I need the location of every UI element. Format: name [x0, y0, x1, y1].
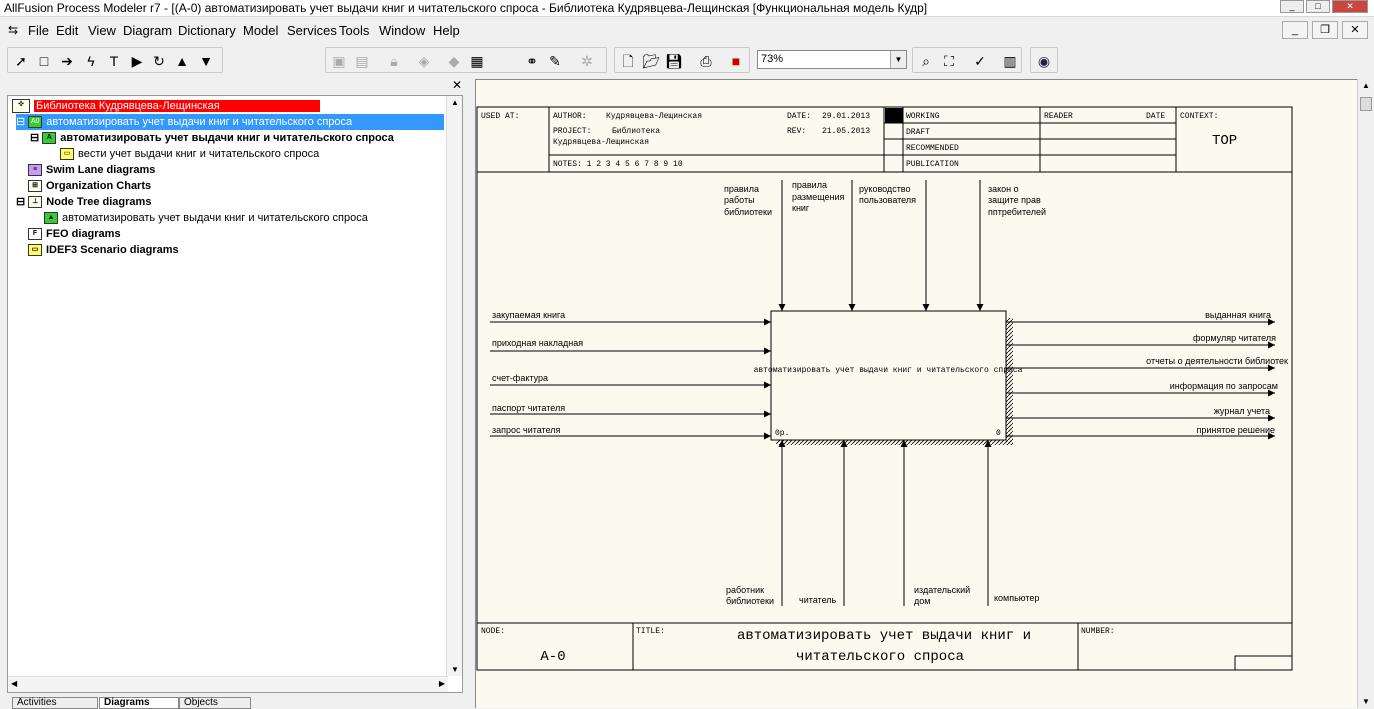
node-value: A-0 — [540, 649, 565, 665]
rev-label: REV: — [787, 127, 806, 136]
idef0-diagram: USED AT: AUTHOR: Кудрявцева-Лещинская PR… — [476, 106, 1293, 671]
control-label: руководство — [859, 184, 911, 194]
notes-label: NOTES: 1 2 3 4 5 6 7 8 9 10 — [553, 160, 683, 169]
output-label: выданная книга — [1205, 310, 1271, 320]
input-label: запрос читателя — [492, 425, 561, 435]
output-label: журнал учета — [1214, 406, 1270, 416]
control-label: пользователя — [859, 195, 916, 205]
control-label: пптребителей — [988, 207, 1046, 217]
context-value: TOP — [1212, 133, 1237, 149]
diagram-title-line1: автоматизировать учет выдачи книг и — [737, 628, 1031, 644]
input-label: счет-фактура — [492, 373, 548, 383]
control-label: правила — [724, 184, 759, 194]
activity-cost: 0р. — [775, 429, 789, 438]
output-label: принятое решение — [1196, 425, 1275, 435]
status-publication: PUBLICATION — [906, 160, 959, 169]
status-draft: DRAFT — [906, 128, 930, 137]
activity-box[interactable] — [770, 310, 1007, 441]
status-recommended: RECOMMENDED — [906, 144, 959, 153]
mechanism-label: дом — [914, 596, 930, 606]
project-value: Библиотека — [612, 127, 660, 136]
mechanism-label: читатель — [799, 595, 837, 605]
rev-value: 21.05.2013 — [822, 127, 870, 136]
mechanism-label: издательский — [914, 585, 970, 595]
date-label: DATE: — [787, 112, 811, 121]
input-label: закупаемая книга — [492, 310, 565, 320]
title-label: TITLE: — [636, 627, 665, 636]
control-label: книг — [792, 203, 810, 213]
control-label: правила — [792, 180, 827, 190]
mechanism-label: библиотеки — [726, 596, 774, 606]
output-label: формуляр читателя — [1193, 333, 1276, 343]
mechanism-label: работник — [726, 585, 764, 595]
status-working: WORKING — [906, 112, 940, 121]
author-label: AUTHOR: — [553, 112, 587, 121]
used-at-label: USED AT: — [481, 112, 519, 121]
input-label: паспорт читателя — [492, 403, 565, 413]
control-label: работы — [724, 195, 755, 205]
date-value: 29.01.2013 — [822, 112, 870, 121]
control-label: размещения — [792, 192, 845, 202]
mechanism-label: компьютер — [994, 593, 1039, 603]
activity-number: 0 — [996, 429, 1001, 438]
reader-date-label: DATE — [1146, 112, 1165, 121]
diagram-title-line2: читательского спроса — [796, 649, 964, 665]
control-label: библиотеки — [724, 207, 772, 217]
context-label: CONTEXT: — [1180, 112, 1218, 121]
input-label: приходная накладная — [492, 338, 583, 348]
reader-label: READER — [1044, 112, 1073, 121]
author-value: Кудрявцева-Лещинская — [606, 112, 702, 121]
number-label: NUMBER: — [1081, 627, 1115, 636]
output-label: отчеты о деятельности библиотек — [1146, 356, 1288, 366]
project-value-2: Кудрявцева-Лещинская — [553, 138, 649, 147]
output-label: информация по запросам — [1170, 381, 1278, 391]
control-label: закон о — [988, 184, 1019, 194]
control-label: защите прав — [988, 195, 1041, 205]
node-label: NODE: — [481, 627, 505, 636]
project-label: PROJECT: — [553, 127, 591, 136]
activity-box-label: автоматизировать учет выдачи книг и чита… — [754, 366, 1023, 375]
